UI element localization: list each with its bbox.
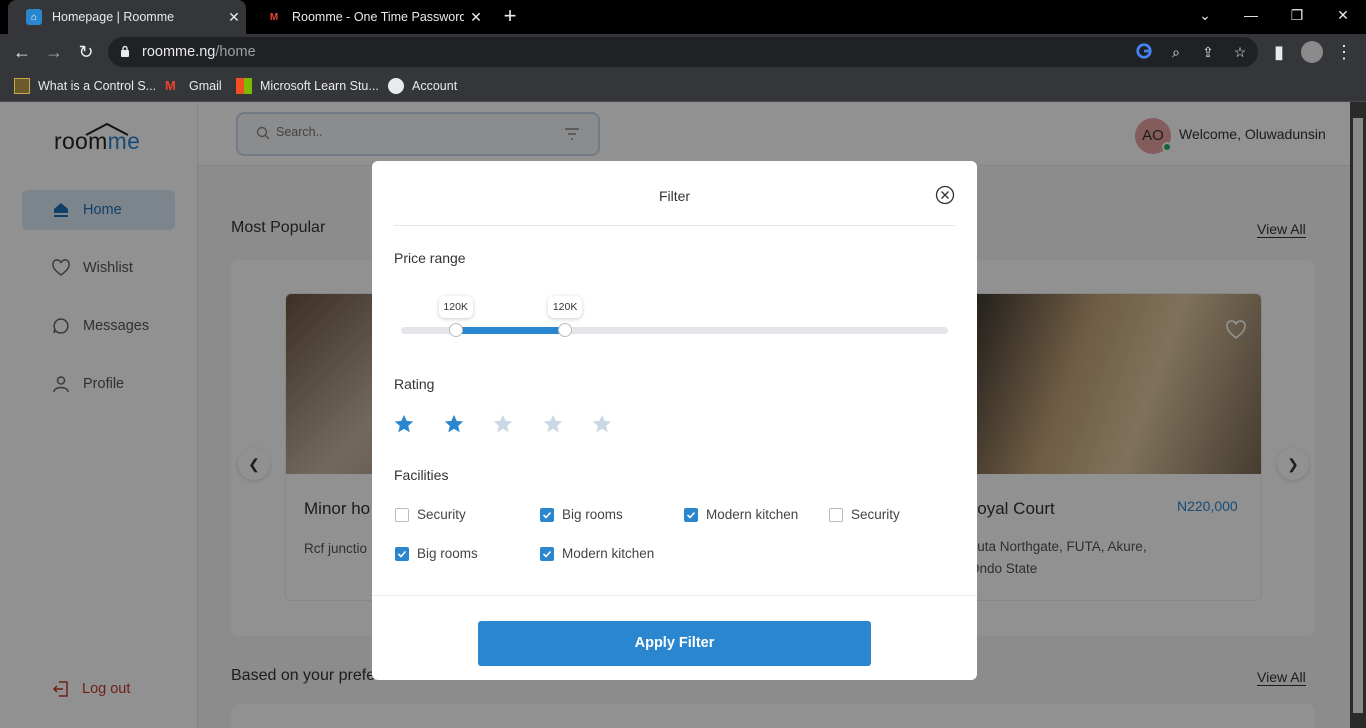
rating-label: Rating	[394, 376, 435, 392]
minimize-icon[interactable]: —	[1228, 0, 1274, 34]
new-tab-icon[interactable]: +	[498, 4, 522, 28]
checkbox-icon[interactable]	[829, 507, 843, 522]
url-text: roomme.ng/home	[142, 44, 256, 60]
facilities-label: Facilities	[394, 467, 449, 483]
profile-avatar-icon[interactable]	[1298, 38, 1326, 66]
tab-homepage[interactable]: ⌂ Homepage | Roomme ✕	[8, 0, 246, 34]
bookmark-account[interactable]: Account	[388, 76, 457, 96]
bookmark-control-systems[interactable]: What is a Control S...	[14, 76, 156, 96]
bookmark-gmail[interactable]: M Gmail	[165, 76, 222, 96]
facility-label: Big rooms	[417, 546, 478, 561]
facility-label: Big rooms	[562, 507, 623, 522]
facility-checkbox[interactable]: Modern kitchen	[684, 507, 798, 522]
microsoft-icon	[236, 78, 252, 94]
window-close-icon[interactable]: ✕	[1320, 0, 1366, 34]
roomme-favicon-icon: ⌂	[26, 9, 42, 25]
bookmark-star-icon[interactable]: ☆	[1230, 42, 1250, 62]
star-icon[interactable]	[492, 413, 514, 435]
filter-modal: Filter Price range 120K 120K Rating Faci…	[372, 161, 977, 680]
facility-label: Modern kitchen	[706, 507, 799, 522]
close-icon[interactable]: ✕	[464, 9, 488, 26]
checkbox-checked-icon[interactable]	[540, 546, 554, 561]
google-icon[interactable]	[1134, 42, 1154, 62]
globe-icon	[388, 78, 404, 94]
tab-search-icon[interactable]: ⌄	[1182, 0, 1228, 34]
close-icon[interactable]	[935, 185, 955, 205]
gmail-icon: M	[165, 78, 176, 93]
facility-checkbox[interactable]: Security	[395, 507, 466, 522]
back-icon[interactable]: ←	[8, 38, 36, 66]
star-icon[interactable]	[542, 413, 564, 435]
star-icon[interactable]	[591, 413, 613, 435]
scrollbar[interactable]	[1350, 102, 1366, 728]
price-min-tooltip: 120K	[438, 296, 473, 318]
checkbox-checked-icon[interactable]	[540, 507, 554, 522]
tab-otp[interactable]: M Roomme - One Time Password - ✕	[248, 0, 488, 34]
facility-label: Security	[851, 507, 900, 522]
share-icon[interactable]: ⇪	[1198, 42, 1218, 62]
side-panel-icon[interactable]: ▮	[1265, 38, 1293, 66]
zoom-icon[interactable]: ⌕	[1166, 42, 1186, 62]
browser-toolbar: ← → ↻ roomme.ng/home ⌕ ⇪ ☆ ▮ ⋮	[0, 34, 1366, 70]
facility-checkbox[interactable]: Modern kitchen	[540, 546, 654, 561]
divider	[372, 595, 977, 596]
bookmarks-bar: What is a Control S... M Gmail Microsoft…	[0, 70, 1366, 102]
restore-icon[interactable]: ❐	[1274, 0, 1320, 34]
apply-filter-button[interactable]: Apply Filter	[478, 621, 871, 666]
checkbox-checked-icon[interactable]	[684, 507, 698, 522]
divider	[394, 225, 955, 226]
forward-icon[interactable]: →	[40, 38, 68, 66]
price-min-handle[interactable]	[448, 323, 463, 337]
close-icon[interactable]: ✕	[222, 9, 246, 26]
facility-checkbox[interactable]: Big rooms	[395, 546, 478, 561]
scrollbar-thumb[interactable]	[1353, 118, 1363, 713]
checkbox-icon[interactable]	[395, 507, 409, 522]
gmail-favicon-icon: M	[269, 11, 279, 23]
price-max-tooltip: 120K	[548, 296, 583, 318]
facility-checkbox[interactable]: Security	[829, 507, 900, 522]
browser-tab-strip: ⌂ Homepage | Roomme ✕ M Roomme - One Tim…	[0, 0, 1366, 34]
facility-label: Modern kitchen	[562, 546, 655, 561]
facility-checkbox[interactable]: Big rooms	[540, 507, 623, 522]
modal-title: Filter	[658, 188, 691, 204]
star-icon[interactable]	[443, 413, 465, 435]
price-range-fill	[455, 327, 566, 334]
price-range-label: Price range	[394, 250, 466, 266]
tab-title: Roomme - One Time Password -	[292, 10, 464, 24]
e4u-icon	[14, 78, 30, 94]
lock-icon	[121, 45, 129, 57]
tab-title: Homepage | Roomme	[52, 10, 175, 24]
address-bar[interactable]: roomme.ng/home ⌕ ⇪ ☆	[108, 37, 1258, 67]
checkbox-checked-icon[interactable]	[395, 546, 409, 561]
bookmark-microsoft-learn[interactable]: Microsoft Learn Stu...	[236, 76, 379, 96]
menu-icon[interactable]: ⋮	[1330, 38, 1358, 66]
star-icon[interactable]	[393, 413, 415, 435]
reload-icon[interactable]: ↻	[72, 38, 100, 66]
price-max-handle[interactable]	[558, 323, 573, 337]
price-range-slider[interactable]: 120K 120K	[401, 296, 948, 337]
facility-label: Security	[417, 507, 466, 522]
